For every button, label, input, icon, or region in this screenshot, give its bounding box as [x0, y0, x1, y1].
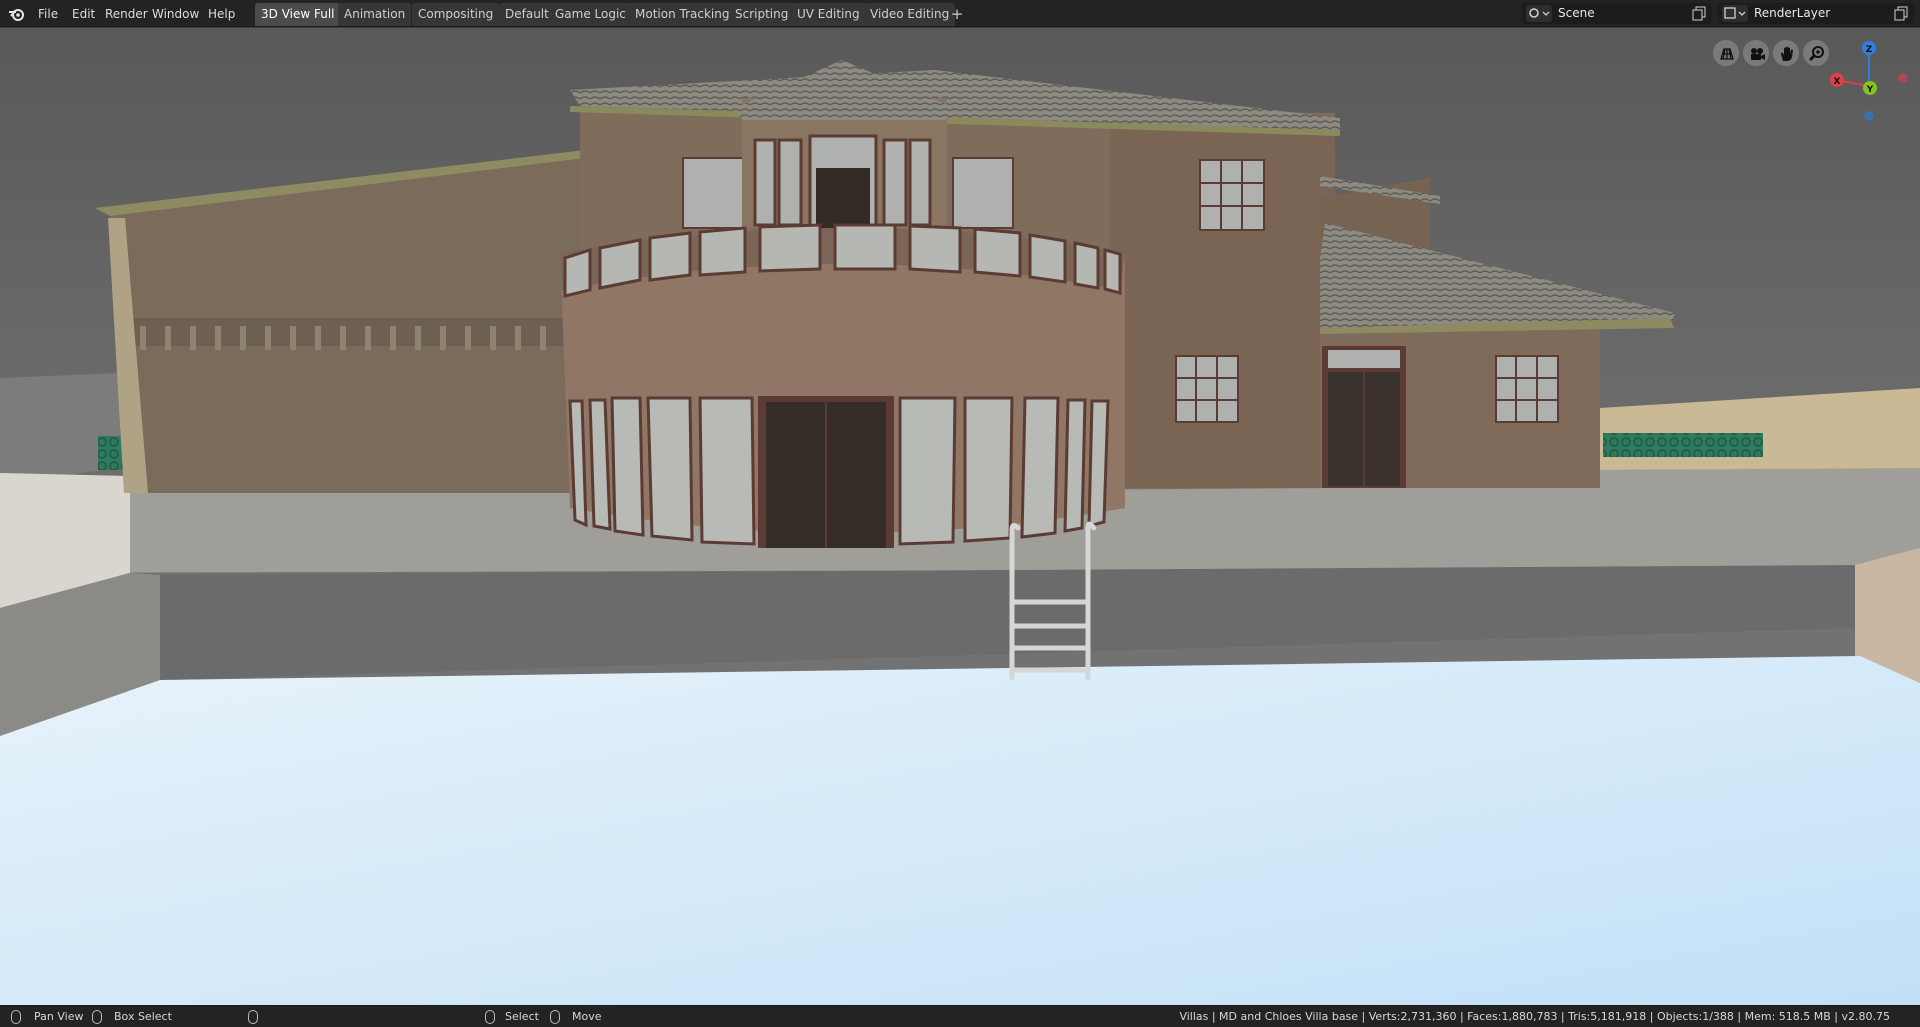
top-bar: File Edit Render Window Help 3D View Ful…	[0, 0, 1920, 27]
hedge-right	[1603, 433, 1763, 457]
render-layer-icon[interactable]	[1722, 5, 1748, 22]
villa-scene[interactable]	[0, 28, 1920, 1005]
mouse-drag-icon	[550, 1010, 560, 1024]
tab-game-logic[interactable]: Game Logic	[549, 3, 632, 26]
scene-name[interactable]: Scene	[1558, 3, 1595, 24]
tab-scripting[interactable]: Scripting	[729, 3, 795, 26]
tab-animation[interactable]: Animation	[338, 3, 412, 26]
scene-icon[interactable]	[1526, 5, 1552, 22]
gizmo-z-label: Z	[1866, 45, 1873, 55]
menu-render[interactable]: Render	[101, 5, 152, 23]
tab-video-editing[interactable]: Video Editing	[864, 3, 956, 26]
render-layer-name[interactable]: RenderLayer	[1754, 3, 1830, 24]
scene-selector[interactable]: Scene	[1522, 3, 1712, 24]
menu-window[interactable]: Window	[148, 5, 203, 23]
mouse-middle-icon	[11, 1010, 21, 1024]
pan-view-button[interactable]	[1772, 39, 1800, 67]
tab-compositing[interactable]: Compositing	[412, 3, 500, 26]
render-layer-selector[interactable]: RenderLayer	[1718, 3, 1914, 24]
mouse-scroll-icon	[248, 1010, 258, 1024]
pool-water	[0, 656, 1920, 1005]
rotunda-main-door	[758, 396, 894, 548]
tab-default[interactable]: Default	[499, 3, 555, 26]
pan-view-hint: Pan View	[34, 1010, 84, 1023]
menu-file[interactable]: File	[34, 5, 62, 23]
mouse-right-icon	[485, 1010, 495, 1024]
tower-door	[816, 168, 870, 228]
status-bar: Pan View Box Select Select Move Villas |…	[0, 1005, 1920, 1027]
right-annex-roof	[1320, 223, 1675, 328]
scene-statistics: Villas | MD and Chloes Villa base | Vert…	[1179, 1010, 1890, 1023]
tab-uv-editing[interactable]: UV Editing	[791, 3, 866, 26]
mouse-left-icon	[92, 1010, 102, 1024]
camera-view-button[interactable]	[1742, 39, 1770, 67]
perspective-grid-button[interactable]	[1712, 39, 1740, 67]
perspective-grid-icon	[1720, 48, 1734, 60]
copy-scene-icon[interactable]	[1692, 6, 1708, 21]
gizmo-neg-z-handle	[1864, 111, 1874, 121]
pan-hand-icon	[1781, 46, 1793, 61]
tab-3d-view-full[interactable]: 3D View Full	[255, 3, 341, 26]
copy-render-layer-icon[interactable]	[1894, 6, 1910, 21]
add-workspace-button[interactable]: +	[948, 3, 966, 26]
select-hint: Select	[505, 1010, 539, 1023]
blender-logo-icon[interactable]	[8, 5, 26, 23]
navigation-gizmo[interactable]: Z X Y	[1820, 34, 1916, 124]
box-select-hint: Box Select	[114, 1010, 172, 1023]
gizmo-y-label: Y	[1866, 85, 1874, 95]
3d-viewport[interactable]: Z X Y	[0, 28, 1920, 1005]
annex-window	[1495, 355, 1559, 423]
camera-icon	[1751, 48, 1765, 60]
move-hint: Move	[572, 1010, 602, 1023]
gizmo-x-label: X	[1834, 77, 1841, 87]
upper-right-window	[1199, 159, 1265, 231]
gizmo-neg-x-handle	[1898, 73, 1908, 83]
tab-motion-tracking[interactable]: Motion Tracking	[629, 3, 736, 26]
menu-help[interactable]: Help	[204, 5, 239, 23]
menu-edit[interactable]: Edit	[68, 5, 99, 23]
mid-right-window	[1175, 355, 1239, 423]
left-wing-trim	[120, 318, 580, 346]
side-door	[1322, 346, 1406, 488]
